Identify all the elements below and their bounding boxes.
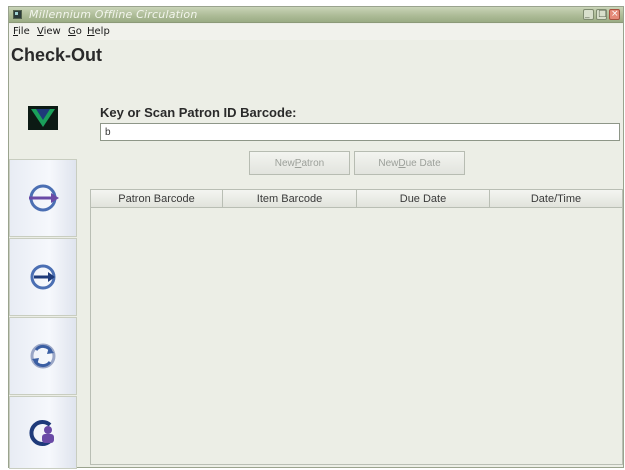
menu-bar: File View Go Help [9, 24, 623, 40]
maximize-button[interactable]: □ [596, 9, 607, 20]
column-header-item-barcode[interactable]: Item Barcode [223, 190, 357, 208]
table-header: Patron Barcode Item Barcode Due Date Dat… [91, 190, 622, 208]
column-header-due-date[interactable]: Due Date [357, 190, 490, 208]
patron-barcode-label: Key or Scan Patron ID Barcode: [100, 105, 297, 120]
check-in-arrow-icon [30, 264, 56, 290]
maximize-icon: □ [598, 9, 607, 19]
sidebar-item-renew[interactable] [9, 317, 77, 395]
column-header-patron-barcode[interactable]: Patron Barcode [91, 190, 223, 208]
patron-barcode-input[interactable] [100, 123, 620, 141]
minimize-icon: _ [585, 9, 590, 19]
patron-icon [29, 419, 54, 446]
menu-go[interactable]: Go [68, 26, 82, 37]
checkout-panel: Key or Scan Patron ID Barcode: New Patro… [90, 89, 623, 465]
new-due-date-button[interactable]: New Due Date [354, 151, 465, 175]
window-title: Millennium Offline Circulation [29, 8, 198, 21]
close-icon: × [611, 9, 619, 19]
renew-cycle-icon [30, 343, 56, 369]
sidebar-item-check-in[interactable] [9, 238, 77, 316]
menu-file[interactable]: File [13, 26, 30, 37]
app-window: Millennium Offline Circulation _ □ × Fil… [8, 6, 624, 469]
check-out-arrow-icon [29, 184, 59, 212]
sidebar [9, 83, 77, 469]
page-title: Check-Out [11, 45, 103, 65]
millennium-logo-icon [28, 106, 58, 130]
app-icon [13, 10, 22, 19]
sidebar-item-check-out[interactable] [9, 159, 77, 237]
sidebar-item-patrons[interactable] [9, 396, 77, 469]
new-patron-button[interactable]: New Patron [249, 151, 350, 175]
column-header-date-time[interactable]: Date/Time [490, 190, 622, 208]
title-bar[interactable]: Millennium Offline Circulation _ □ × [9, 7, 623, 23]
menu-view[interactable]: View [37, 26, 61, 37]
checkout-table: Patron Barcode Item Barcode Due Date Dat… [90, 189, 623, 465]
close-button[interactable]: × [609, 9, 620, 20]
sidebar-item-logo [9, 83, 77, 153]
minimize-button[interactable]: _ [583, 9, 594, 20]
menu-help[interactable]: Help [87, 26, 110, 37]
